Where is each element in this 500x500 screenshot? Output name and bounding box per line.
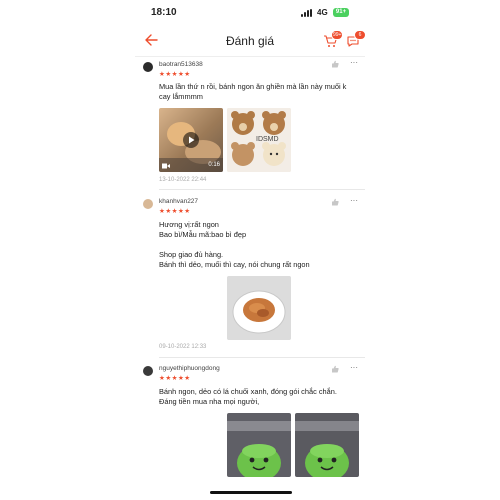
review-photo[interactable] — [295, 413, 359, 477]
more-options-icon[interactable]: ··· — [350, 364, 358, 372]
avatar[interactable] — [143, 366, 153, 376]
star-rating: ★★★★★ — [159, 375, 191, 382]
play-icon[interactable] — [183, 132, 199, 148]
review-divider — [159, 189, 365, 190]
status-bar: 18:10 4G 91+ — [135, 0, 365, 24]
review-username: baotran513638 — [159, 61, 203, 68]
review-item: khanhvan227 ··· ★★★★★ Hương vị:rất ngon … — [135, 196, 365, 356]
review-divider — [159, 357, 365, 358]
review-date: 09-10-2022 12:33 — [159, 344, 207, 350]
green-plush-photo — [295, 413, 359, 477]
thumbs-up-icon[interactable] — [331, 198, 339, 206]
chat-badge: 6 — [354, 30, 365, 40]
cart-button[interactable]: 99+ — [323, 30, 344, 48]
video-duration: 0:16 — [208, 162, 220, 168]
review-username: khanhvan227 — [159, 198, 199, 205]
thumbs-up-icon[interactable] — [331, 365, 339, 373]
avatar[interactable] — [143, 62, 153, 72]
review-photo[interactable] — [227, 413, 291, 477]
more-options-icon[interactable]: ··· — [350, 59, 358, 67]
chat-button[interactable]: 6 — [346, 30, 365, 48]
review-item: nguyethiphuongdong ··· ★★★★★ Bánh ngon, … — [135, 363, 365, 500]
star-rating: ★★★★★ — [159, 208, 191, 215]
media-watermark: IDSMD — [256, 136, 279, 143]
review-username: nguyethiphuongdong — [159, 365, 220, 372]
video-camera-icon — [162, 163, 170, 169]
review-item: baotran513638 ··· ★★★★★ Mua lần thứ n rồ… — [135, 58, 365, 188]
status-time: 18:10 — [151, 7, 177, 18]
review-photo[interactable] — [227, 276, 291, 340]
avatar[interactable] — [143, 199, 153, 209]
app-header: Đánh giá 99+ 6 — [135, 26, 365, 57]
network-type: 4G — [317, 8, 328, 17]
green-plush-photo — [227, 413, 291, 477]
review-date: 13-10-2022 22:44 — [159, 177, 207, 183]
review-video-thumbnail[interactable]: 0:16 — [159, 108, 223, 172]
home-indicator[interactable] — [210, 491, 292, 494]
battery-icon: 91+ — [333, 8, 349, 17]
review-text: Hương vị:rất ngon Bao bì/Mẫu mã:bao bì đ… — [159, 220, 310, 269]
noodle-bowl-photo — [227, 276, 291, 340]
more-options-icon[interactable]: ··· — [350, 197, 358, 205]
star-rating: ★★★★★ — [159, 71, 191, 78]
signal-icon — [301, 9, 313, 17]
thumbs-up-icon[interactable] — [331, 60, 339, 68]
review-text: Bánh ngon, dẻo có lá chuối xanh, đóng gó… — [159, 387, 337, 406]
phone-screen: 18:10 4G 91+ Đánh giá 99+ 6 baotran51363… — [135, 0, 365, 500]
review-text: Mua lần thứ n rồi, bánh ngon ăn ghiền mà… — [159, 82, 347, 101]
